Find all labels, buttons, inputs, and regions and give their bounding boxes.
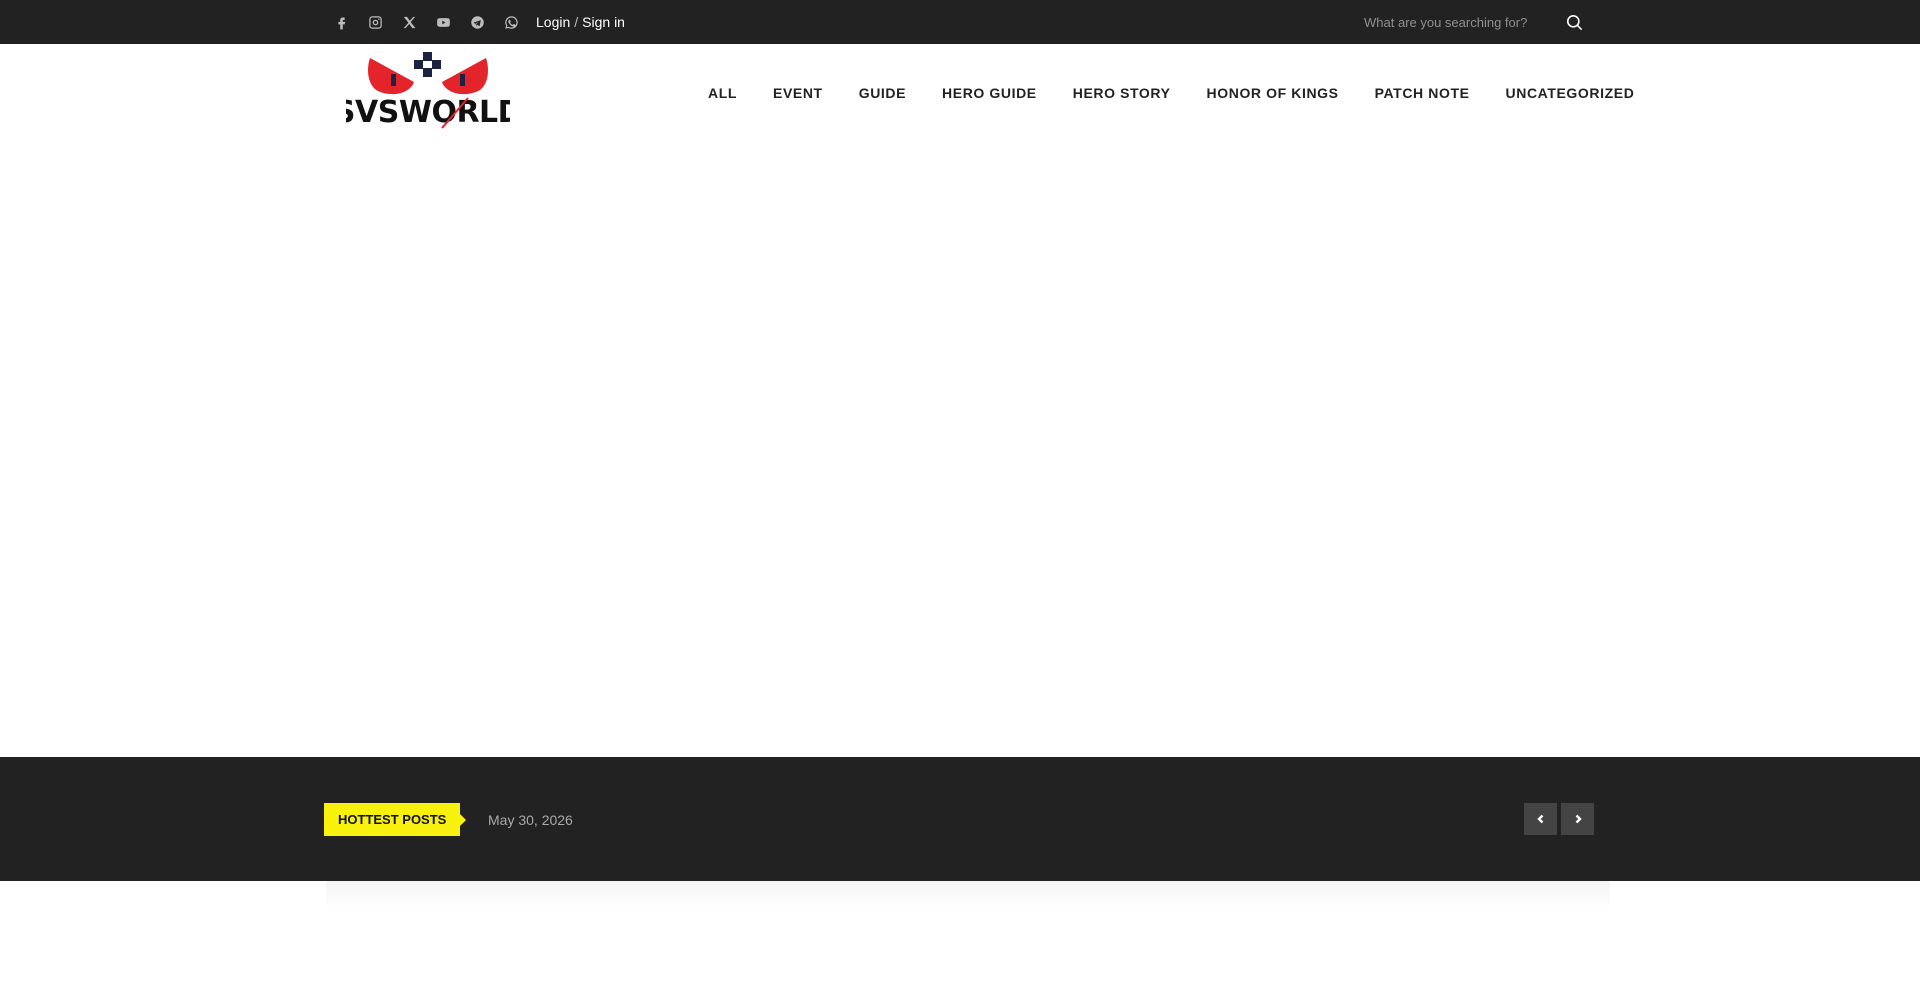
logo-wordmark: SVSWORLD [346, 95, 510, 130]
ticker-post-date: May 30, 2026 [488, 811, 573, 828]
nav-item-all[interactable]: ALL [690, 85, 755, 101]
nav-item-uncategorized[interactable]: UNCATEGORIZED [1488, 85, 1653, 101]
login-link[interactable]: Login [536, 14, 570, 30]
main-header: SVSWORLD ALL EVENT GUIDE HERO GUIDE HERO… [0, 44, 1920, 141]
nav-item-patch-note[interactable]: PATCH NOTE [1357, 85, 1488, 101]
logo-dpad [414, 52, 441, 77]
hottest-posts-badge: HOTTEST POSTS [324, 803, 467, 836]
main-content-area [0, 141, 1920, 757]
login-separator: / [574, 14, 579, 30]
nav-item-hero-story[interactable]: HERO STORY [1055, 85, 1189, 101]
hottest-posts-ticker: HOTTEST POSTS May 30, 2026 [0, 757, 1920, 881]
chevron-right-icon [1575, 814, 1582, 824]
nav-item-guide[interactable]: GUIDE [841, 85, 924, 101]
signin-link[interactable]: Sign in [582, 14, 625, 30]
login-links: Login / Sign in [536, 0, 625, 44]
whatsapp-icon[interactable] [494, 0, 528, 44]
top-bar: Login / Sign in [0, 0, 1920, 44]
site-logo[interactable]: SVSWORLD [334, 50, 523, 134]
x-twitter-icon[interactable] [392, 0, 426, 44]
youtube-icon[interactable] [426, 0, 460, 44]
social-links [324, 0, 528, 44]
instagram-icon[interactable] [358, 0, 392, 44]
search-input[interactable] [1356, 6, 1556, 38]
ticker-shadow [326, 881, 1610, 911]
facebook-icon[interactable] [324, 0, 358, 44]
main-nav: ALL EVENT GUIDE HERO GUIDE HERO STORY HO… [690, 44, 1652, 141]
telegram-icon[interactable] [460, 0, 494, 44]
ticker-navigation [1524, 803, 1594, 835]
search-icon[interactable] [1562, 10, 1586, 34]
ticker-next-button[interactable] [1561, 803, 1594, 835]
nav-item-event[interactable]: EVENT [755, 85, 841, 101]
ticker-prev-button[interactable] [1524, 803, 1557, 835]
search-form [1356, 6, 1596, 38]
nav-item-honor-of-kings[interactable]: HONOR OF KINGS [1189, 85, 1357, 101]
nav-item-hero-guide[interactable]: HERO GUIDE [924, 85, 1055, 101]
chevron-left-icon [1536, 814, 1543, 824]
